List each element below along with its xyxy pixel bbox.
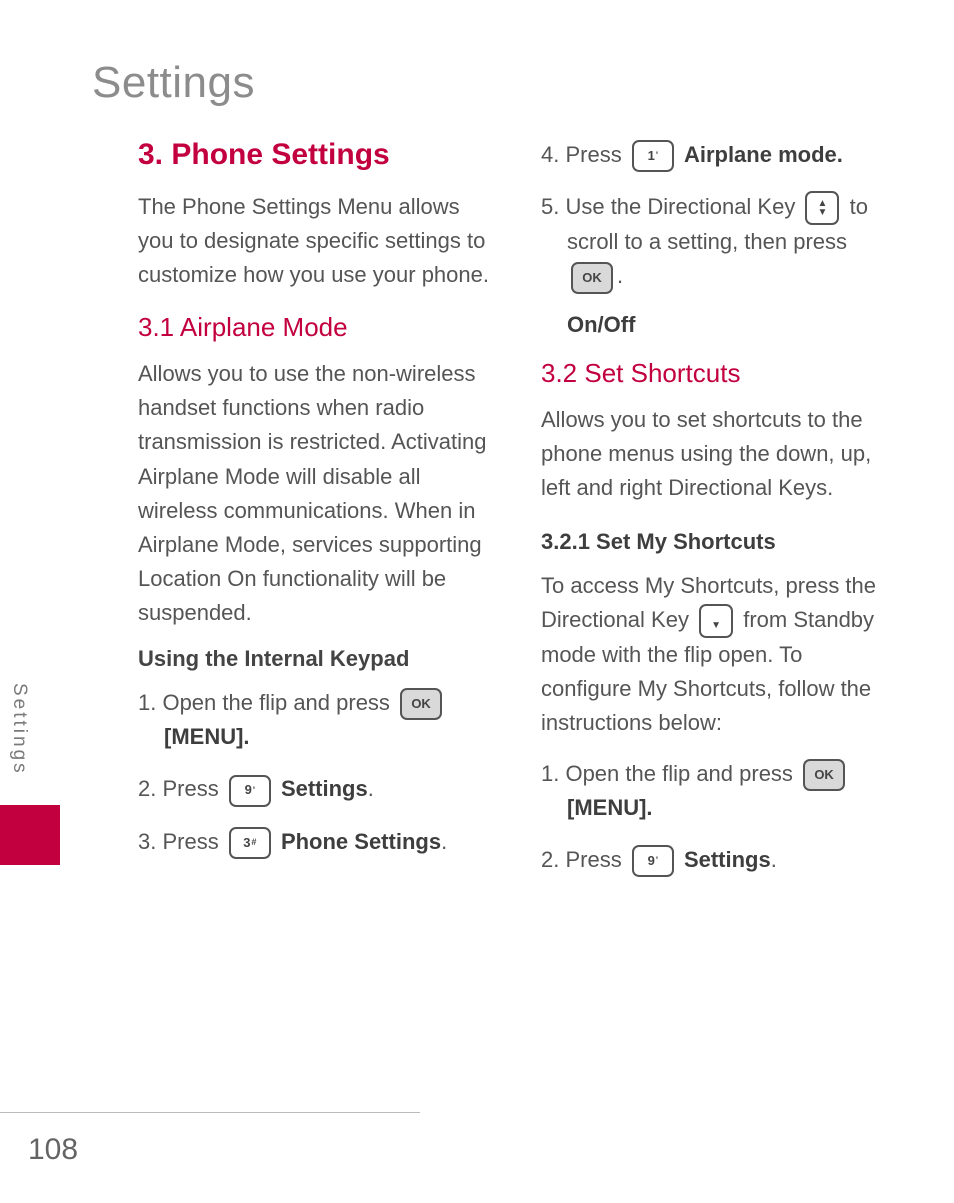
section-heading-phone-settings: 3. Phone Settings xyxy=(138,138,491,172)
step-4: 4. Press 1' Airplane mode. xyxy=(541,138,894,172)
step-3-text: 3. Press xyxy=(138,829,225,854)
directional-key-down-icon: ▲▼ xyxy=(699,604,733,638)
period: . xyxy=(771,847,777,872)
step-2-label: Settings xyxy=(281,776,368,801)
key-3-icon: 3# xyxy=(229,827,271,859)
key-1-icon: 1' xyxy=(632,140,674,172)
ok-key-icon: OK xyxy=(571,262,613,294)
step-3: 3. Press 3# Phone Settings. xyxy=(138,825,491,859)
using-keypad-heading: Using the Internal Keypad xyxy=(138,646,491,672)
period: . xyxy=(441,829,447,854)
set-my-shortcuts-paragraph: To access My Shortcuts, press the Direct… xyxy=(541,569,894,741)
key-9-icon: 9' xyxy=(229,775,271,807)
step-5: 5. Use the Directional Key ▲▼ to scroll … xyxy=(541,190,894,293)
page-title: Settings xyxy=(92,58,954,108)
content-columns: 3. Phone Settings The Phone Settings Men… xyxy=(138,138,894,895)
step-4-label: Airplane mode. xyxy=(684,142,843,167)
step-5-text-a: 5. Use the Directional Key xyxy=(541,194,801,219)
directional-key-updown-icon: ▲▼ xyxy=(805,191,839,225)
footer-rule xyxy=(0,1112,420,1113)
side-tab: Settings xyxy=(0,683,60,865)
subsubsection-set-my-shortcuts: 3.2.1 Set My Shortcuts xyxy=(541,529,894,555)
intro-paragraph: The Phone Settings Menu allows you to de… xyxy=(138,190,491,292)
period: . xyxy=(617,263,623,288)
ok-key-icon: OK xyxy=(400,688,442,720)
airplane-mode-paragraph: Allows you to use the non-wireless hands… xyxy=(138,357,491,630)
side-tab-marker xyxy=(0,805,60,865)
set-shortcuts-paragraph: Allows you to set shortcuts to the phone… xyxy=(541,403,894,505)
ok-key-icon: OK xyxy=(803,759,845,791)
step-1-text: 1. Open the flip and press xyxy=(138,690,396,715)
step-6-text: 1. Open the flip and press xyxy=(541,761,799,786)
subsection-airplane-mode: 3.1 Airplane Mode xyxy=(138,312,491,343)
key-9-icon: 9' xyxy=(632,845,674,877)
subsection-set-shortcuts: 3.2 Set Shortcuts xyxy=(541,358,894,389)
step-2-text: 2. Press xyxy=(138,776,225,801)
step-4-text: 4. Press xyxy=(541,142,628,167)
step-2: 2. Press 9' Settings. xyxy=(138,772,491,806)
period: . xyxy=(368,776,374,801)
step-7: 2. Press 9' Settings. xyxy=(541,843,894,877)
step-6: 1. Open the flip and press OK [MENU]. xyxy=(541,757,894,825)
step-7-label: Settings xyxy=(684,847,771,872)
step-7-text: 2. Press xyxy=(541,847,628,872)
left-column: 3. Phone Settings The Phone Settings Men… xyxy=(138,138,491,895)
step-1: 1. Open the flip and press OK [MENU]. xyxy=(138,686,491,754)
step-1-menu: [MENU]. xyxy=(164,724,250,749)
on-off-option: On/Off xyxy=(567,312,894,338)
side-tab-label: Settings xyxy=(8,683,30,776)
step-6-menu: [MENU]. xyxy=(567,795,653,820)
right-column: 4. Press 1' Airplane mode. 5. Use the Di… xyxy=(541,138,894,895)
page-number: 108 xyxy=(28,1133,78,1167)
step-3-label: Phone Settings xyxy=(281,829,441,854)
